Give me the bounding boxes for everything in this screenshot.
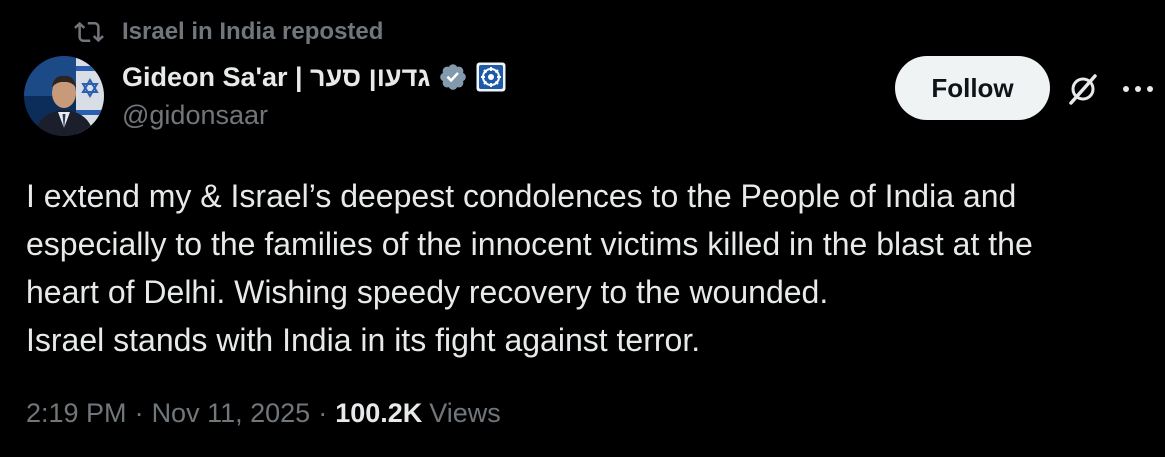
tweet-line: I extend my & Israel’s deepest condolenc… [26, 178, 1017, 214]
repost-label: Israel in India reposted [122, 18, 384, 45]
verified-badge-icon[interactable] [438, 62, 468, 92]
repost-indicator[interactable]: Israel in India reposted [74, 16, 383, 48]
tweet-line: Israel stands with India in its fight ag… [26, 322, 701, 358]
follow-button[interactable]: Follow [895, 56, 1050, 120]
repost-icon [74, 17, 104, 47]
meta-separator: · [134, 397, 144, 428]
more-icon[interactable] [1120, 76, 1156, 102]
affiliate-emblem-icon[interactable] [476, 62, 506, 92]
author-display-name[interactable]: Gideon Sa'ar | גדעון סער [122, 62, 430, 93]
tweet-line: heart of Delhi. Wishing speedy recovery … [26, 274, 829, 310]
views-count: 100.2K [335, 397, 423, 428]
tweet-meta: 2:19 PM · Nov 11, 2025 · 100.2K Views [26, 394, 501, 432]
grok-icon[interactable] [1066, 72, 1100, 106]
tweet-time[interactable]: 2:19 PM [26, 398, 127, 429]
tweet-line: especially to the families of the innoce… [26, 226, 1033, 262]
tweet-text: I extend my & Israel’s deepest condolenc… [26, 172, 1156, 364]
tweet-date[interactable]: Nov 11, 2025 [152, 398, 311, 429]
author-name-row: Gideon Sa'ar | גדעון סער [122, 58, 506, 96]
views-label: Views [429, 397, 501, 428]
profile-avatar[interactable] [24, 56, 104, 136]
meta-separator: · [318, 397, 328, 428]
author-handle[interactable]: @gidonsaar [122, 100, 268, 131]
